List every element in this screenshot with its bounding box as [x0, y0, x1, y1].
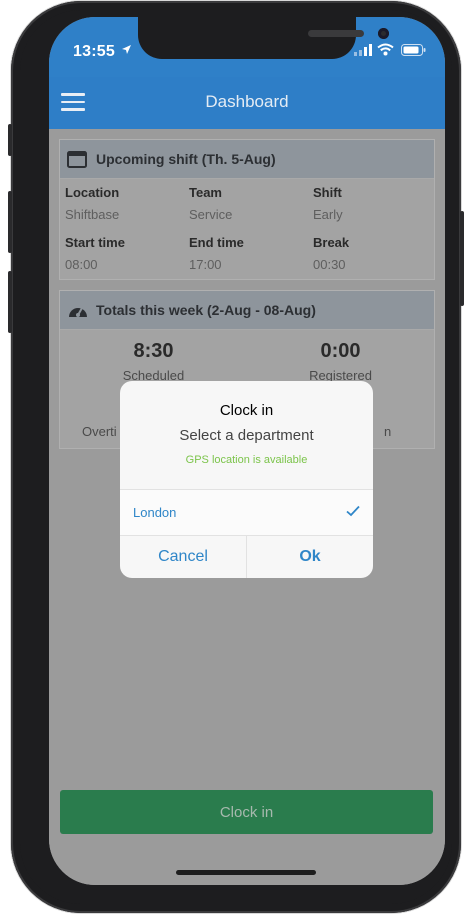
- weekly-totals-title: Totals this week (2-Aug - 08-Aug): [96, 302, 316, 318]
- weekly-totals-header: Totals this week (2-Aug - 08-Aug): [60, 291, 434, 330]
- cancel-button[interactable]: Cancel: [120, 535, 246, 578]
- dialog-subtitle: Select a department: [179, 427, 314, 444]
- front-camera: [378, 28, 389, 39]
- field-value: Early: [313, 207, 343, 222]
- power-button: [460, 211, 464, 306]
- screen: 13:55 Dashboard Upcoming shift (Th. 5-Au…: [49, 17, 445, 885]
- shift-field-location: Location Shiftbase: [65, 185, 185, 222]
- hidden-total-label: n: [384, 424, 392, 439]
- page-title: Dashboard: [205, 92, 289, 111]
- field-label: Location: [65, 185, 120, 200]
- volume-down-button: [8, 271, 12, 333]
- calendar-icon: [67, 151, 87, 168]
- upcoming-shift-header: Upcoming shift (Th. 5-Aug): [60, 140, 434, 179]
- clock-in-dialog: Clock in Select a department GPS locatio…: [120, 381, 373, 578]
- battery-icon: [401, 44, 426, 56]
- ok-button[interactable]: Ok: [247, 535, 373, 578]
- field-value: 00:30: [313, 257, 346, 272]
- mute-switch: [8, 124, 12, 156]
- shift-details: Location Shiftbase Team Service Shift Ea…: [60, 179, 434, 279]
- upcoming-shift-title: Upcoming shift (Th. 5-Aug): [96, 151, 276, 167]
- registered-hours: 0:00: [320, 340, 361, 362]
- clock-in-button[interactable]: Clock in: [60, 790, 433, 834]
- field-label: End time: [189, 235, 244, 250]
- phone-frame: 13:55 Dashboard Upcoming shift (Th. 5-Au…: [8, 1, 464, 913]
- shift-field-team: Team Service: [189, 185, 309, 222]
- field-value: 17:00: [189, 257, 222, 272]
- shift-field-start-time: Start time 08:00: [65, 235, 185, 272]
- upcoming-shift-card: Upcoming shift (Th. 5-Aug) Location Shif…: [59, 139, 435, 280]
- location-arrow-icon: [122, 45, 131, 54]
- scheduled-hours: 8:30: [133, 340, 174, 362]
- speedometer-icon: [69, 307, 87, 317]
- field-value: Shiftbase: [65, 207, 120, 222]
- home-indicator[interactable]: [176, 870, 316, 875]
- field-label: Shift: [313, 185, 342, 200]
- field-label: Break: [313, 235, 350, 250]
- department-option-london[interactable]: London: [120, 489, 373, 536]
- dialog-actions: Cancel Ok: [120, 535, 373, 578]
- department-option-label: London: [133, 505, 177, 520]
- dialog-title: Clock in: [219, 402, 274, 419]
- gps-status: GPS location is available: [185, 454, 308, 466]
- checkmark-icon: [346, 505, 360, 517]
- notch: [138, 17, 389, 59]
- field-label: Team: [189, 185, 222, 200]
- status-bar: 13:55: [49, 17, 445, 85]
- status-time: 13:55: [73, 43, 115, 60]
- shift-field-end-time: End time 17:00: [189, 235, 309, 272]
- field-value: 08:00: [65, 257, 98, 272]
- signal-icon: [354, 44, 372, 56]
- speaker-grille: [308, 30, 364, 37]
- shift-field-shift: Shift Early: [313, 185, 433, 222]
- shift-field-break: Break 00:30: [313, 235, 433, 272]
- field-value: Service: [189, 207, 233, 222]
- wifi-icon: [377, 43, 394, 56]
- field-label: Start time: [65, 235, 125, 250]
- volume-up-button: [8, 191, 12, 253]
- navigation-bar: Dashboard: [49, 77, 445, 129]
- overtime-label: Overti: [82, 424, 117, 439]
